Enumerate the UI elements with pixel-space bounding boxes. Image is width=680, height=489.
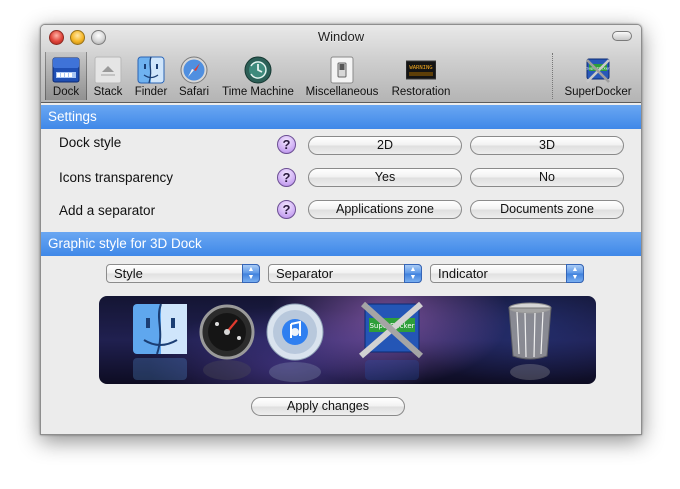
toolbar-label-time-machine: Time Machine [222, 86, 294, 98]
dock-style-2d-button[interactable]: 2D [308, 136, 462, 155]
preferences-window: Window Dock Stack Finder Safari Time Mac… [40, 24, 642, 435]
toolbar-label-miscellaneous: Miscellaneous [305, 86, 379, 98]
toolbar-label-restoration: Restoration [391, 86, 451, 98]
add-separator-label: Add a separator [59, 203, 156, 218]
toolbar-item-safari[interactable]: Safari [174, 52, 214, 100]
toolbar-item-dock[interactable]: Dock [45, 52, 87, 100]
dock-style-help-button[interactable]: ? [277, 135, 296, 154]
finder-icon [137, 56, 165, 84]
superdocker-tools-icon: SuperDocker [586, 58, 610, 83]
documents-zone-button[interactable]: Documents zone [470, 200, 624, 219]
toolbar-item-stack[interactable]: Stack [88, 52, 128, 100]
chevron-updown-icon: ▲ ▼ [404, 264, 422, 283]
trash-can-icon [508, 302, 552, 380]
finder-face-icon [133, 303, 187, 380]
time-machine-icon [244, 56, 272, 84]
toolbar-item-superdocker[interactable]: SuperDocker SuperDocker [559, 52, 637, 100]
applications-zone-button[interactable]: Applications zone [308, 200, 462, 219]
dock-icon [52, 57, 80, 83]
superdocker-tools-icon: SuperDocker [359, 301, 424, 380]
transparency-no-button[interactable]: No [470, 168, 624, 187]
style-popup[interactable]: Style ▲ ▼ [106, 264, 260, 283]
icons-transparency-help-button[interactable]: ? [277, 168, 296, 187]
itunes-cd-icon [266, 303, 324, 382]
toolbar-item-finder[interactable]: Finder [129, 52, 173, 100]
window-title: Window [317, 29, 365, 44]
graphic-style-section-header: Graphic style for 3D Dock [41, 232, 641, 256]
dock-preview-art: SuperDocker [133, 301, 552, 382]
indicator-popup-value: Indicator [438, 266, 488, 281]
toolbar-toggle-button[interactable] [612, 31, 632, 41]
chevron-updown-icon: ▲ ▼ [566, 264, 584, 283]
dock-style-3d-button[interactable]: 3D [470, 136, 624, 155]
svg-text:WARNING: WARNING [409, 65, 432, 71]
toolbar-item-miscellaneous[interactable]: Miscellaneous [303, 52, 381, 100]
switch-icon [330, 56, 354, 84]
apply-changes-button[interactable]: Apply changes [251, 397, 405, 416]
toolbar-item-restoration[interactable]: WARNING Restoration [385, 52, 457, 100]
style-popup-value: Style [114, 266, 143, 281]
warning-display-icon: WARNING [406, 60, 436, 80]
toolbar-label-finder: Finder [134, 86, 168, 98]
toolbar-label-dock: Dock [52, 86, 80, 98]
toolbar-item-time-machine[interactable]: Time Machine [216, 52, 300, 100]
dock-style-label: Dock style [59, 135, 122, 150]
transparency-yes-button[interactable]: Yes [308, 168, 462, 187]
toolbar-label-safari: Safari [178, 86, 210, 98]
separator-popup-value: Separator [276, 266, 334, 281]
stack-icon [94, 56, 122, 84]
safari-compass-icon [180, 56, 208, 84]
settings-section-header: Settings [41, 105, 641, 129]
icons-transparency-label: Icons transparency [59, 170, 174, 185]
unified-toolbar: Window Dock Stack Finder Safari Time Mac… [41, 25, 641, 103]
add-separator-help-button[interactable]: ? [277, 200, 296, 219]
dashboard-gauge-icon [199, 304, 255, 380]
chevron-updown-icon: ▲ ▼ [242, 264, 260, 283]
toolbar-separator [552, 53, 553, 99]
indicator-popup[interactable]: Indicator ▲ ▼ [430, 264, 584, 283]
toolbar-label-stack: Stack [93, 86, 123, 98]
toolbar-label-superdocker: SuperDocker [564, 86, 632, 98]
separator-popup[interactable]: Separator ▲ ▼ [268, 264, 422, 283]
dock-preview: SuperDocker [99, 296, 596, 384]
